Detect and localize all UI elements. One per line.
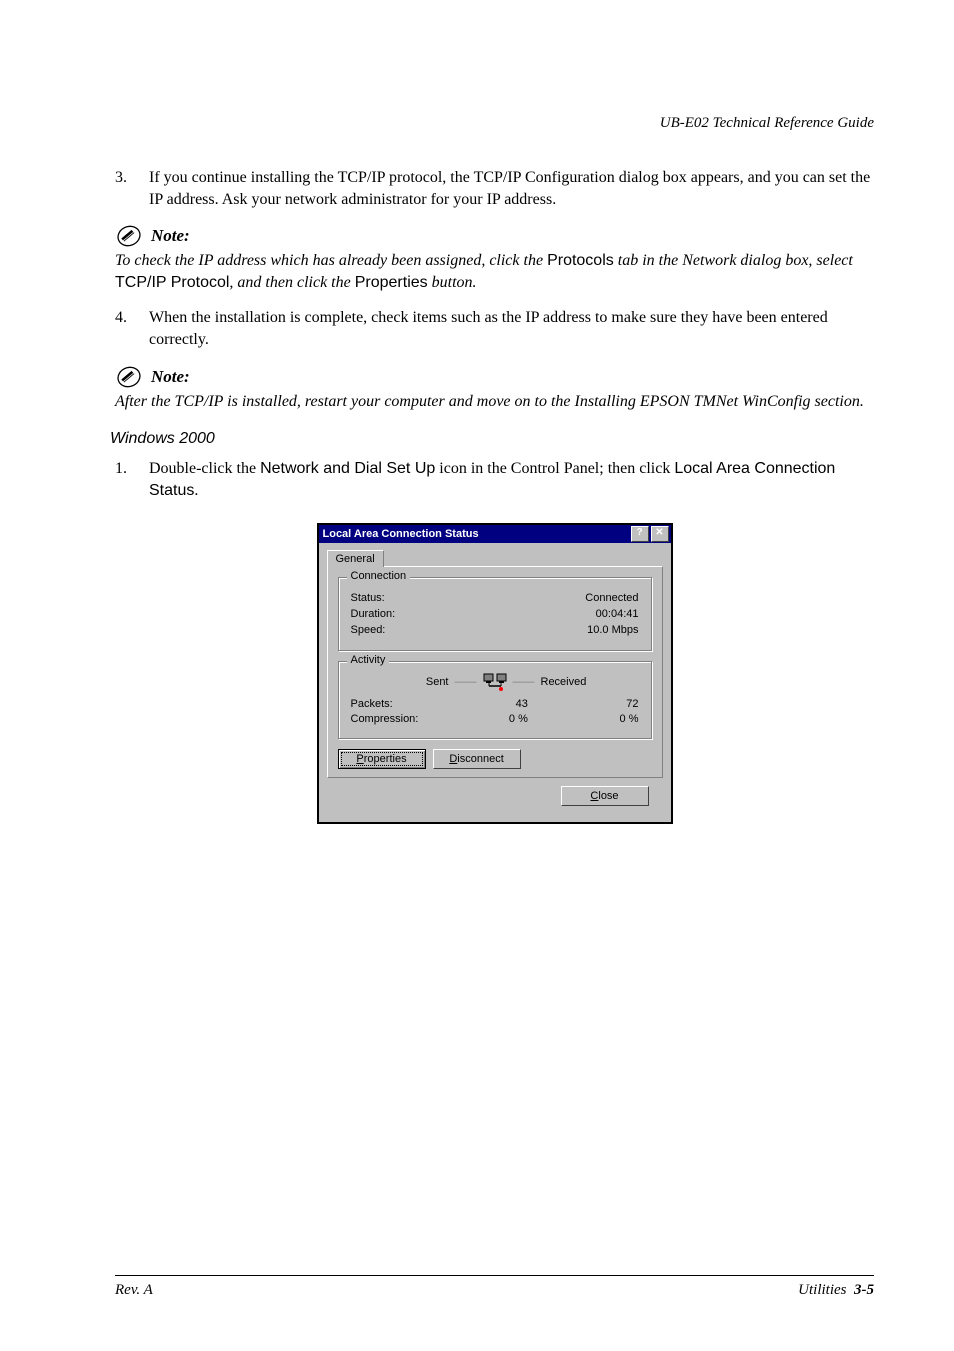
group-connection: Connection Status: Connected Duration: 0… <box>338 577 652 651</box>
duration-label: Duration: <box>351 608 396 620</box>
list-item-1b: 1. Double-click the Network and Dial Set… <box>115 458 874 501</box>
compression-label: Compression: <box>351 713 448 725</box>
note-text: tab in the Network dialog box, select <box>614 252 853 269</box>
dash: —— <box>449 676 483 688</box>
status-value: Connected <box>585 592 638 604</box>
text: . <box>194 482 198 499</box>
note-icon <box>115 365 143 389</box>
packets-sent: 43 <box>447 698 558 710</box>
list-item-4: 4. When the installation is complete, ch… <box>115 307 874 350</box>
list-text: When the installation is complete, check… <box>149 307 874 350</box>
properties-button[interactable]: Properties <box>338 749 426 769</box>
sent-label: Sent <box>351 676 449 688</box>
footer-rev: Rev. A <box>115 1282 153 1299</box>
note-sans: TCP/IP Protocol <box>115 274 229 291</box>
list-text: Double-click the Network and Dial Set Up… <box>149 458 874 501</box>
group-legend: Connection <box>347 570 411 582</box>
packets-label: Packets: <box>351 698 448 710</box>
note-body-2: After the TCP/IP is installed, restart y… <box>115 391 874 413</box>
note-text: To check the IP address which has alread… <box>115 252 547 269</box>
note-label: Note: <box>151 226 190 246</box>
text: icon in the Control Panel; then click <box>435 460 674 477</box>
compression-sent: 0 % <box>447 713 558 725</box>
tab-general[interactable]: General <box>327 550 384 567</box>
packets-received: 72 <box>558 698 639 710</box>
speed-label: Speed: <box>351 624 386 636</box>
help-button[interactable]: ? <box>631 526 649 542</box>
duration-value: 00:04:41 <box>596 608 639 620</box>
note-text: button. <box>428 274 477 291</box>
group-legend: Activity <box>347 654 390 666</box>
status-label: Status: <box>351 592 385 604</box>
list-text: If you continue installing the TCP/IP pr… <box>149 167 874 210</box>
close-button[interactable]: Close <box>561 786 649 806</box>
close-icon[interactable]: ✕ <box>651 526 669 542</box>
text: Double-click the <box>149 460 260 477</box>
dash: —— <box>507 676 541 688</box>
list-item-3: 3. If you continue installing the TCP/IP… <box>115 167 874 210</box>
note-sans: Protocols <box>547 252 614 269</box>
list-number: 3. <box>115 167 149 210</box>
compression-received: 0 % <box>558 713 639 725</box>
note-icon <box>115 224 143 248</box>
list-number: 4. <box>115 307 149 350</box>
disconnect-button[interactable]: Disconnect <box>433 749 521 769</box>
tab-panel: Connection Status: Connected Duration: 0… <box>327 566 663 778</box>
text-sans: Network and Dial Set Up <box>260 460 435 477</box>
dialog: Local Area Connection Status ? ✕ General… <box>317 523 673 824</box>
note-label: Note: <box>151 367 190 387</box>
dialog-title: Local Area Connection Status <box>323 528 479 540</box>
footer-section: Utilities <box>798 1282 846 1298</box>
footer: Rev. A Utilities 3-5 <box>115 1275 874 1299</box>
received-label: Received <box>541 676 639 688</box>
network-icon <box>483 672 507 692</box>
footer-right: Utilities 3-5 <box>798 1282 874 1299</box>
titlebar: Local Area Connection Status ? ✕ <box>319 525 671 543</box>
group-activity: Activity Sent —— <box>338 661 652 739</box>
list-number: 1. <box>115 458 149 501</box>
note-text: , and then click the <box>229 274 354 291</box>
section-heading: Windows 2000 <box>110 430 874 448</box>
note-body-1: To check the IP address which has alread… <box>115 250 874 293</box>
note-sans: Properties <box>355 274 428 291</box>
speed-value: 10.0 Mbps <box>587 624 638 636</box>
footer-page: 3-5 <box>854 1282 874 1298</box>
doc-header: UB-E02 Technical Reference Guide <box>115 115 874 132</box>
